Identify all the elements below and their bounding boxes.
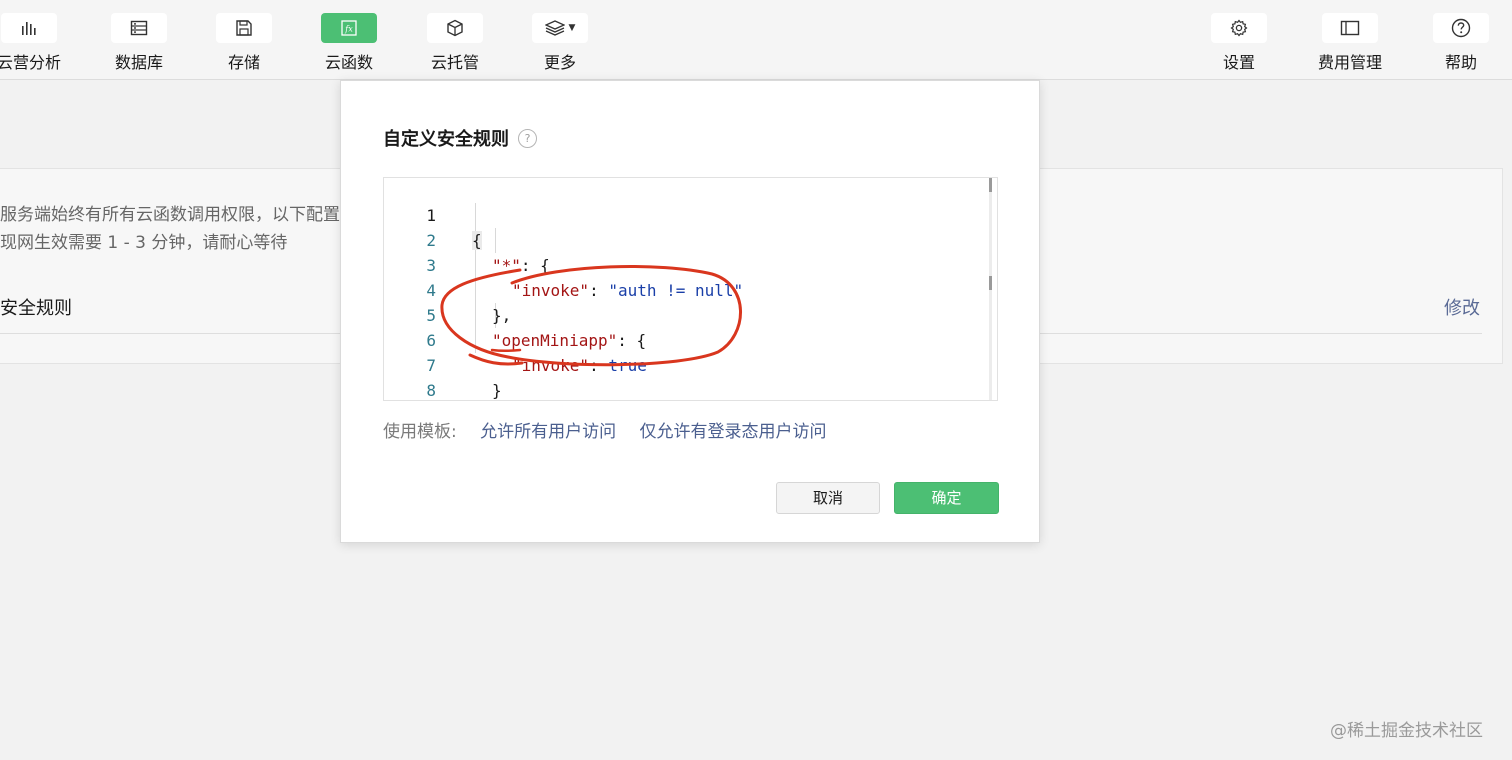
bar-chart-icon [1,13,57,43]
toolbar-item-more[interactable]: ▼ 更多 [525,13,595,73]
code-token: : [589,356,609,375]
code-line: 7 } [384,328,501,400]
confirm-button[interactable]: 确定 [894,482,999,514]
effective-time-note: 现网生效需要 1 - 3 分钟，请耐心等待 [0,233,288,253]
template-link-all-users[interactable]: 允许所有用户访问 [480,422,616,442]
toolbar-label: 数据库 [114,53,163,72]
template-row: 使用模板: 允许所有用户访问 仅允许有登录态用户访问 [383,417,845,442]
code-token: : { [520,256,550,275]
code-token: "*" [492,256,521,275]
toolbar-item-analytics[interactable]: 云营分析 [0,13,64,73]
indent-guide [495,228,496,253]
code-line: 3 "invoke": "auth != null" [384,228,743,300]
code-line: 8 } [384,353,442,400]
database-icon [111,13,167,43]
permission-description: 服务端始终有所有云函数调用权限，以下配置 [0,205,340,225]
scrollbar-thumb[interactable] [989,178,992,192]
template-link-logged-in-users[interactable]: 仅允许有登录态用户访问 [640,422,827,442]
chevron-down-icon: ▼ [568,23,576,33]
code-line: 2 "*": { [384,203,549,275]
watermark: @稀土掘金技术社区 [1330,721,1483,741]
help-icon[interactable]: ? [518,128,537,148]
ticket-icon [1322,13,1378,43]
toolbar-label: 云托管 [430,53,479,72]
toolbar-label: 云函数 [324,53,373,72]
cube-icon [427,13,483,43]
code-token: true [608,356,647,375]
code-line: 6 "invoke": true [384,303,647,375]
code-token: } [492,381,502,400]
layers-icon: ▼ [532,13,588,43]
toolbar-label: 费用管理 [1317,53,1382,72]
cancel-button[interactable]: 取消 [776,482,880,514]
function-icon: fx [321,13,377,43]
code-token: : [589,281,609,300]
toolbar-item-settings[interactable]: 设置 [1204,13,1274,73]
toolbar-item-cloud-hosting[interactable]: 云托管 [420,13,490,73]
scrollbar-marker [989,276,992,290]
code-line: 4 }, [384,253,511,325]
code-line: 1 { [384,178,482,250]
question-icon [1433,13,1489,43]
code-token: "openMiniapp" [492,331,618,350]
gear-icon [1211,13,1267,43]
toolbar-label: 设置 [1222,53,1255,72]
dialog-title: 自定义安全规则 ? [383,125,537,151]
code-token: "invoke" [512,356,590,375]
code-line: 5 "openMiniapp": { [384,278,646,350]
top-toolbar: 云营分析 数据库 存储 fx 云函数 云托管 ▼ 更多 设置 费用管理 帮助 [0,0,1512,80]
toolbar-item-cloud-functions[interactable]: fx 云函数 [314,13,384,73]
save-icon [216,13,272,43]
code-token: { [472,231,482,250]
edit-rule-link[interactable]: 修改 [1444,294,1480,320]
indent-guide [475,203,476,353]
code-token: : { [617,331,647,350]
toolbar-item-storage[interactable]: 存储 [209,13,279,73]
code-token: "auth != null" [608,281,744,300]
template-label: 使用模板: [383,422,457,442]
toolbar-label: 云营分析 [0,53,61,72]
code-token: "invoke" [512,281,590,300]
toolbar-item-database[interactable]: 数据库 [104,13,174,73]
security-rule-dialog: 自定义安全规则 ? 1 { 2 "*": { 3 "invoke": "auth… [340,80,1040,543]
dialog-title-text: 自定义安全规则 [383,129,509,150]
toolbar-item-billing[interactable]: 费用管理 [1315,13,1385,73]
toolbar-label: 更多 [543,53,576,72]
code-editor[interactable]: 1 { 2 "*": { 3 "invoke": "auth != null" … [383,177,998,401]
toolbar-item-help[interactable]: 帮助 [1426,13,1496,73]
toolbar-label: 帮助 [1444,53,1477,72]
toolbar-label: 存储 [227,53,260,72]
code-token: }, [492,306,512,325]
svg-text:fx: fx [344,25,353,34]
line-number: 8 [426,381,436,400]
security-rule-title: 安全规则 [0,298,72,319]
